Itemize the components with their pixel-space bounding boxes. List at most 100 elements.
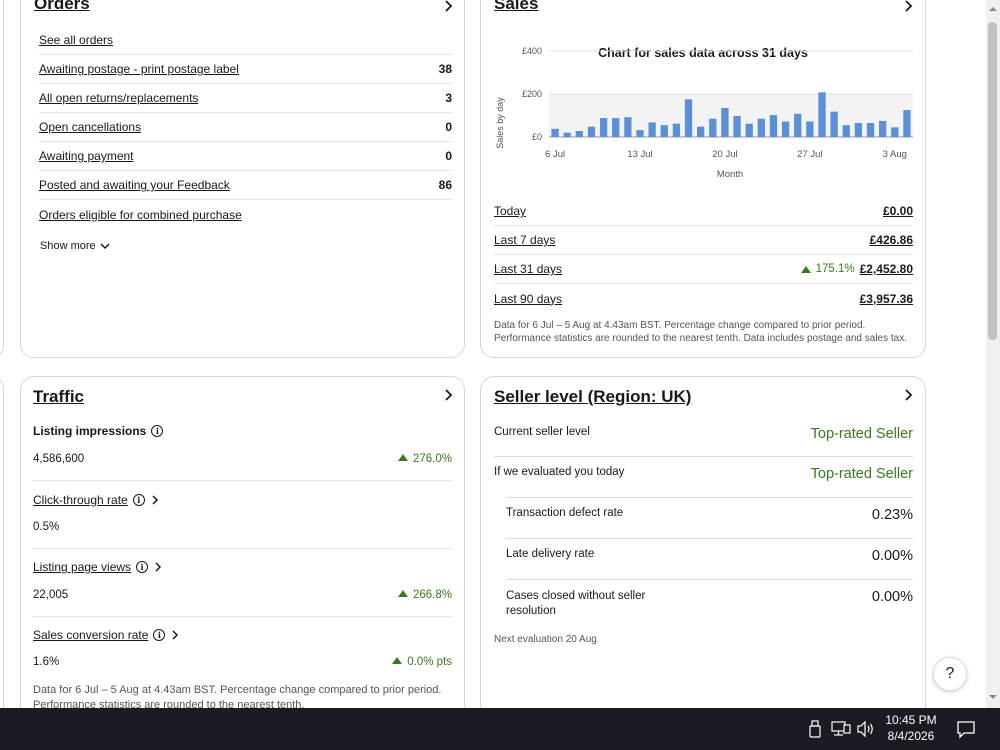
chart-bar[interactable] (781, 121, 790, 137)
seller-row-value: 0.00% (871, 548, 913, 564)
scroll-up-arrow-icon[interactable] (986, 4, 1000, 14)
chart-bar[interactable] (563, 132, 571, 137)
left-partial-card-2 (0, 376, 4, 708)
orders-chevron-button[interactable] (436, 0, 460, 18)
chart-bar[interactable] (842, 125, 850, 137)
orders-row-label[interactable]: Orders eligible for combined purchase (39, 208, 242, 222)
chart-bar[interactable] (599, 118, 608, 137)
traffic-card: Traffic Listing impressions i 4,586,600 … (20, 376, 465, 708)
notifications-icon[interactable] (956, 719, 976, 739)
chart-bar[interactable] (636, 130, 644, 137)
info-icon[interactable]: i (151, 425, 164, 437)
chart-bar[interactable] (672, 123, 681, 137)
sales-row-label[interactable]: Last 7 days (494, 233, 555, 247)
chart-bar[interactable] (709, 118, 717, 137)
traffic-metric-row: 4,586,600 276.0% (33, 447, 452, 481)
chart-bar[interactable] (830, 111, 838, 137)
chart-bar[interactable] (624, 117, 632, 137)
chart-bar[interactable] (903, 110, 911, 137)
chart-bar[interactable] (697, 126, 705, 137)
chart-bar[interactable] (721, 107, 729, 137)
traffic-chevron-button[interactable] (436, 383, 460, 407)
sales-row-value[interactable]: £0.00 (883, 204, 913, 218)
info-icon[interactable]: i (136, 561, 149, 573)
chart-bar[interactable] (648, 122, 656, 137)
orders-row-label[interactable]: Awaiting postage - print postage label (39, 62, 239, 76)
help-button[interactable]: ? (933, 657, 967, 691)
volume-icon[interactable] (856, 720, 876, 738)
next-evaluation-text: Next evaluation 20 Aug (494, 634, 597, 645)
chevron-right-icon[interactable] (150, 495, 160, 505)
sales-row-label[interactable]: Last 31 days (494, 262, 562, 276)
click-through-rate-link[interactable]: Click-through rate (33, 493, 128, 507)
orders-row-value: 0 (445, 149, 452, 163)
taskbar-clock[interactable]: 10:45 PM 8/4/2026 (880, 712, 942, 744)
chart-ytick-label: £200 (522, 89, 542, 99)
orders-row-value: 0 (445, 120, 452, 134)
chart-bar[interactable] (866, 123, 875, 137)
chart-bar[interactable] (551, 128, 559, 137)
trend-up-icon (392, 657, 403, 664)
orders-row: Awaiting postage - print postage label 3… (39, 55, 452, 84)
seller-row-label: Transaction defect rate (506, 507, 624, 519)
chart-bar[interactable] (733, 115, 741, 137)
orders-row: Orders eligible for combined purchase (39, 200, 452, 229)
orders-row-label[interactable]: All open returns/replacements (39, 91, 198, 105)
chart-bar[interactable] (794, 113, 802, 137)
orders-see-all-row: See all orders (39, 26, 452, 55)
sales-chart: Chart for sales data across 31 days £0 £2… (495, 46, 913, 180)
listing-page-views-link[interactable]: Listing page views (33, 560, 131, 574)
seller-level-title[interactable]: Seller level (Region: UK) (494, 387, 691, 407)
sales-title[interactable]: Sales (494, 0, 538, 14)
seller-row-value: Top-rated Seller (810, 466, 913, 482)
traffic-footnote: Data for 6 Jul – 5 Aug at 4.43am BST. Pe… (33, 684, 442, 708)
info-icon[interactable]: i (132, 494, 145, 506)
chart-bar[interactable] (757, 118, 765, 137)
chart-bar[interactable] (612, 118, 620, 137)
chart-xtick-label: 27 Jul (797, 149, 822, 160)
chart-bar[interactable] (684, 99, 693, 137)
chart-bar[interactable] (891, 127, 899, 137)
chart-bar[interactable] (587, 126, 596, 137)
sales-row-value[interactable]: £426.86 (870, 233, 913, 247)
chart-bar[interactable] (745, 123, 753, 137)
orders-row-label[interactable]: Posted and awaiting your Feedback (39, 178, 230, 192)
chart-bar[interactable] (854, 123, 863, 137)
chart-bar[interactable] (818, 92, 826, 137)
chart-xtick-label: 6 Jul (545, 149, 565, 160)
chevron-right-icon[interactable] (153, 562, 163, 572)
sales-row-label[interactable]: Last 90 days (494, 292, 562, 306)
traffic-title[interactable]: Traffic (33, 387, 84, 407)
page-scrollbar[interactable] (986, 0, 1000, 708)
scrollbar-thumb[interactable] (988, 22, 997, 340)
show-more-button[interactable]: Show more (40, 240, 110, 252)
traffic-metric-label: Click-through rate i (33, 493, 160, 507)
sales-row-value[interactable]: £2,452.80 (860, 262, 913, 276)
sales-row: Last 31 days 175.1% £2,452.80 (494, 255, 913, 284)
see-all-orders-link[interactable]: See all orders (39, 33, 113, 47)
chart-bar[interactable] (879, 120, 887, 137)
usb-icon[interactable] (808, 720, 822, 738)
chart-bar[interactable] (769, 115, 778, 137)
scroll-down-arrow-icon[interactable] (986, 692, 1000, 702)
sales-chevron-button[interactable] (896, 0, 920, 18)
chart-bar[interactable] (806, 121, 814, 137)
seller-row: Late delivery rate 0.00% (506, 538, 913, 579)
sales-row-value[interactable]: £3,957.36 (860, 292, 913, 306)
network-icon[interactable] (831, 720, 851, 738)
chart-title: Chart for sales data across 31 days (598, 46, 808, 60)
chevron-right-icon[interactable] (170, 630, 180, 640)
chart-bar[interactable] (575, 130, 583, 137)
info-icon[interactable]: i (153, 629, 166, 641)
chart-ylabel: Sales by day (495, 97, 505, 149)
chart-xtick-label: 20 Jul (712, 149, 737, 160)
orders-row-label[interactable]: Awaiting payment (39, 149, 134, 163)
seller-chevron-button[interactable] (896, 383, 920, 407)
listing-impressions-label: Listing impressions (33, 424, 147, 438)
sales-row-label[interactable]: Today (494, 204, 526, 218)
orders-row-label[interactable]: Open cancellations (39, 120, 141, 134)
orders-title[interactable]: Orders (34, 0, 90, 14)
chart-bar[interactable] (660, 125, 668, 137)
sales-row: Last 90 days £3,957.36 (494, 284, 913, 313)
sales-conversion-rate-link[interactable]: Sales conversion rate (33, 628, 148, 642)
